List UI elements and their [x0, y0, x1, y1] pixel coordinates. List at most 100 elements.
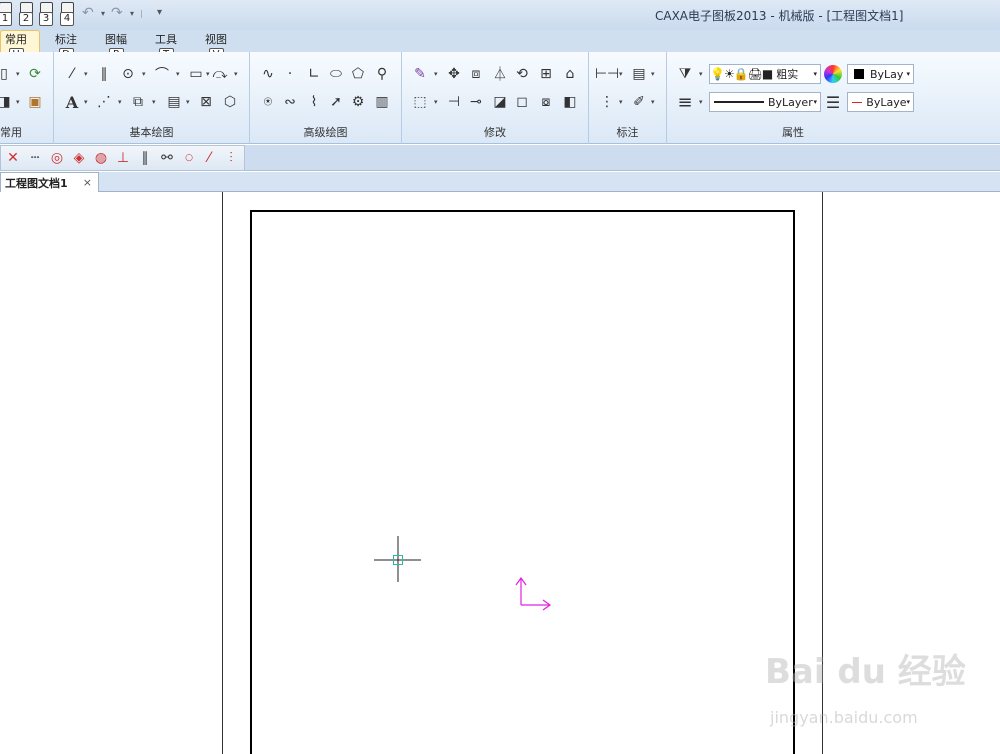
extend-icon[interactable]: ⊣ [444, 92, 464, 112]
tangent-snap-icon[interactable]: ◍ [91, 148, 111, 168]
window-title: CAXA电子图板2013 - 机械版 - [工程图文档1] [655, 9, 904, 23]
lineweight-select[interactable]: ByLaye ▾ [847, 92, 914, 112]
quick-access-print[interactable]: 4 [58, 2, 76, 26]
dropdown-arrow-icon[interactable]: ▾ [118, 98, 122, 106]
perpendicular-snap-icon[interactable]: ⊥ [113, 148, 133, 168]
scale-icon[interactable]: ⌂ [560, 64, 580, 84]
array-icon[interactable]: ⊞ [536, 64, 556, 84]
dropdown-arrow-icon[interactable]: ▾ [699, 98, 703, 106]
wave-line-icon[interactable]: ∾ [280, 92, 300, 112]
text-annotation-icon[interactable]: ▤ [629, 64, 649, 84]
insert-block-icon[interactable]: ▤ [164, 92, 184, 112]
dropdown-arrow-icon[interactable]: ▾ [176, 70, 180, 78]
polygon-icon[interactable]: ⬠ [348, 64, 368, 84]
parallel-line-icon[interactable]: ∥ [94, 64, 114, 84]
move-icon[interactable]: ✥ [444, 64, 464, 84]
hatch-icon[interactable]: ⧉ [128, 92, 148, 112]
dropdown-arrow-icon[interactable]: ▾ [84, 70, 88, 78]
dropdown-arrow-icon[interactable]: ▾ [651, 98, 655, 106]
edit-annotation-icon[interactable]: ✐ [629, 92, 649, 112]
intersection-snap-icon[interactable]: ✕ [3, 148, 23, 168]
quadrant-snap-icon[interactable]: ◈ [69, 148, 89, 168]
point-icon[interactable]: · [280, 64, 300, 84]
dimension-icon[interactable]: ⊢⊣ [595, 64, 619, 84]
line-icon[interactable]: ⁄ [62, 64, 82, 84]
linetype-select[interactable]: ByLayer ▾ [709, 92, 821, 112]
watermark-url: jingyan.baidu.com [770, 708, 918, 727]
paste-icon[interactable]: ◨ [0, 92, 14, 112]
ellipse-icon[interactable]: ⬭ [326, 64, 346, 84]
clear-snap-icon[interactable]: ⫶ [221, 148, 241, 168]
circle-icon[interactable]: ⊙ [118, 64, 138, 84]
quick-access-open[interactable]: 2 [17, 2, 35, 26]
dropdown-arrow-icon[interactable]: ▾ [434, 70, 438, 78]
part-library-icon[interactable]: ⚲ [372, 64, 392, 84]
layer-select[interactable]: 💡☀🔒🖨■ 粗实 ▾ [709, 64, 821, 84]
redo-icon[interactable]: ↷ [111, 5, 123, 21]
angle-line-icon[interactable]: ∟ [304, 64, 324, 84]
chamfer-icon[interactable]: ◻ [512, 92, 532, 112]
dropdown-arrow-icon[interactable]: ▾ [84, 98, 88, 106]
erase-icon[interactable]: ✎ [410, 64, 430, 84]
text-icon[interactable]: A [62, 92, 82, 112]
stretch-icon[interactable]: ◪ [490, 92, 510, 112]
dropdown-arrow-icon[interactable]: ▾ [142, 70, 146, 78]
bearing-icon[interactable]: ▥ [372, 92, 392, 112]
quick-access-save[interactable]: 3 [37, 2, 55, 26]
cloud-icon[interactable]: ⬡ [220, 92, 240, 112]
dropdown-arrow-icon[interactable]: ▾ [434, 98, 438, 106]
customize-quick-access-button[interactable]: ▾ [157, 7, 162, 18]
arrow-icon[interactable]: ➚ [326, 92, 346, 112]
rotate-icon[interactable]: ⟲ [512, 64, 532, 84]
copy-object-icon[interactable]: ⧈ [466, 64, 486, 84]
polyline-icon[interactable]: ⤼ [210, 64, 230, 84]
linestyle-icon[interactable]: ☰ [823, 92, 843, 112]
involute-icon[interactable]: ⍟ [258, 92, 278, 112]
dropdown-arrow-icon[interactable]: ▾ [152, 98, 156, 106]
quick-access-new[interactable]: 1 [0, 2, 14, 26]
boundary-icon[interactable]: ⊠ [196, 92, 216, 112]
dropdown-arrow-icon[interactable]: ▾ [16, 70, 20, 78]
document-tab[interactable]: 工程图文档1 × [0, 172, 99, 192]
format-brush-icon[interactable]: ▣ [25, 92, 45, 112]
extension-snap-icon[interactable]: ┄ [25, 148, 45, 168]
copy-icon[interactable]: ▯ [0, 64, 14, 84]
dropdown-arrow-icon[interactable]: ▾ [16, 98, 20, 106]
dropdown-arrow-icon[interactable]: ▾ [619, 98, 623, 106]
dropdown-arrow-icon[interactable]: ▾ [699, 70, 703, 78]
baidu-watermark: Bai du 经验 [765, 652, 966, 692]
offset-icon[interactable]: ◧ [560, 92, 580, 112]
layer-manager-icon[interactable]: ⧩ [675, 64, 695, 84]
dropdown-arrow-icon[interactable]: ▾ [619, 70, 623, 78]
nearest-snap-icon[interactable]: ⁄ [199, 148, 219, 168]
color-select[interactable]: ByLay ▾ [847, 64, 914, 84]
break-line-icon[interactable]: ⌇ [304, 92, 324, 112]
insert-snap-icon[interactable]: ⚯ [157, 148, 177, 168]
dropdown-arrow-icon[interactable]: ▾ [234, 70, 238, 78]
center-snap-icon[interactable]: ◎ [47, 148, 67, 168]
break-icon[interactable]: ⊸ [466, 92, 486, 112]
coordinate-dimension-icon[interactable]: ⋮ [597, 92, 617, 112]
dropdown-arrow-icon[interactable]: ▾ [651, 70, 655, 78]
refresh-icon[interactable]: ⟳ [25, 64, 45, 84]
drawing-canvas[interactable]: Bai du 经验 jingyan.baidu.com [0, 192, 1000, 754]
centerline-icon[interactable]: ⋰ [94, 92, 114, 112]
shortcut-key: 2 [19, 12, 33, 26]
rectangle-icon[interactable]: ▭ [186, 64, 206, 84]
undo-icon[interactable]: ↶ [82, 5, 94, 21]
mirror-icon[interactable]: ⏃ [490, 64, 510, 84]
dropdown-arrow-icon[interactable]: ▾ [186, 98, 190, 106]
close-icon[interactable]: × [83, 176, 92, 189]
node-snap-icon[interactable]: ○ [179, 148, 199, 168]
dropdown-arrow-icon[interactable]: ▾ [206, 70, 210, 78]
trim-icon[interactable]: ⬚ [410, 92, 430, 112]
parallel-snap-icon[interactable]: ∥ [135, 148, 155, 168]
spline-icon[interactable]: ∿ [258, 64, 278, 84]
redo-dropdown-icon[interactable]: ▾ [130, 9, 134, 18]
color-wheel-icon[interactable] [824, 65, 842, 83]
undo-dropdown-icon[interactable]: ▾ [101, 9, 105, 18]
explode-icon[interactable]: ⧇ [536, 92, 556, 112]
lineweight-icon[interactable]: ≡ [675, 92, 695, 113]
arc-icon[interactable]: ⌒ [152, 64, 172, 84]
gear-icon[interactable]: ⚙ [348, 92, 368, 112]
